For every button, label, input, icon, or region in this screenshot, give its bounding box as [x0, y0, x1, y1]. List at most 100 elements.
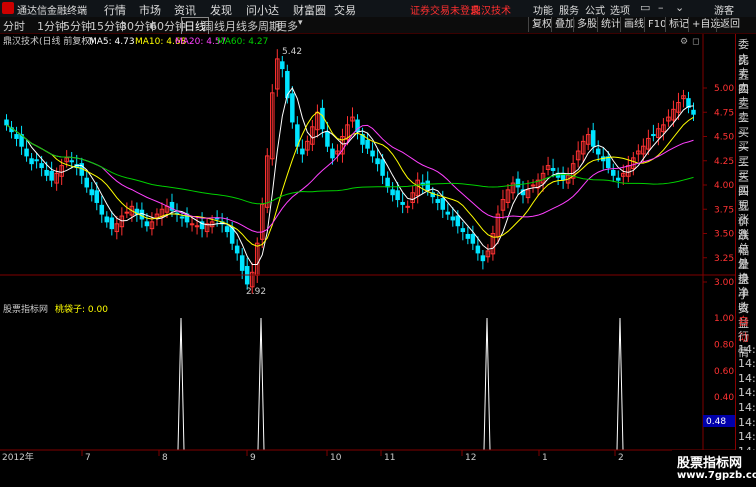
menu-news[interactable]: 资讯	[174, 2, 196, 18]
candle-body	[325, 131, 330, 147]
sidebar-item: 14:5	[738, 430, 756, 444]
more-chevron-icon[interactable]: ▾	[298, 18, 303, 28]
candle-body	[69, 160, 74, 163]
candle-body	[450, 216, 456, 221]
draw-line-button[interactable]: 画线	[620, 17, 647, 32]
candle-body	[239, 255, 245, 271]
chevron-down-icon[interactable]: ⌄	[675, 1, 684, 14]
window-expand-icon[interactable]: ◻	[692, 37, 699, 47]
multi-stock-button[interactable]: 多股	[573, 17, 600, 32]
candle-body	[550, 168, 556, 171]
menu-discover[interactable]: 发现	[210, 2, 232, 18]
indicator-tick-label: 0.60	[714, 367, 734, 377]
candle-body	[84, 177, 89, 188]
month-label: 1	[542, 453, 548, 463]
candle-body	[470, 233, 476, 244]
current-value-label: 0.48	[706, 417, 726, 427]
login-warning[interactable]: 证券交易未登录	[410, 2, 480, 17]
candle-body	[425, 180, 430, 191]
candle-body	[530, 184, 536, 187]
month-label: 10	[330, 453, 342, 463]
period-tab-1min[interactable]: 1分钟	[37, 18, 66, 34]
candle-body	[194, 225, 200, 228]
candle-body	[590, 130, 596, 147]
candle-body	[24, 148, 29, 157]
chart-background	[0, 34, 735, 487]
candle-body	[385, 177, 390, 188]
period-tab-5min[interactable]: 5分钟	[63, 18, 92, 34]
candle-body	[400, 201, 405, 205]
app-logo-icon	[2, 2, 14, 14]
menu-quotes[interactable]: 行情	[104, 2, 126, 18]
candle-body	[280, 61, 285, 70]
candle-body	[290, 93, 295, 123]
price-tick-label: 4.00	[714, 181, 734, 191]
candle-body	[515, 178, 521, 188]
back-button[interactable]: 返回	[716, 17, 743, 32]
candle-body	[224, 226, 230, 233]
period-tab-more[interactable]: 更多	[276, 18, 298, 34]
period-tab-monthly[interactable]: 月线	[225, 18, 247, 34]
sidebar-item: 14:5	[738, 357, 756, 371]
menu-ask[interactable]: 问小达	[246, 2, 279, 18]
ma5-label: MA5: 4.73	[89, 37, 135, 47]
sidebar-item: 14:5	[738, 415, 756, 429]
candle-body	[34, 159, 39, 162]
candle-body	[29, 158, 34, 165]
menu-formula[interactable]: 公式	[585, 2, 605, 17]
guest-label[interactable]: 游客	[714, 2, 734, 17]
watermark-url: www.7gpzb.com	[677, 470, 756, 481]
menu-wealth[interactable]: 财富圈	[293, 2, 326, 18]
candle-body	[435, 199, 441, 203]
stock-name-title: 鼎汉技术	[471, 6, 511, 17]
candle-body	[89, 189, 95, 196]
period-tab-weekly[interactable]: 周线	[203, 18, 225, 34]
candle-body	[234, 245, 240, 254]
settings-gear-icon[interactable]: ⚙	[680, 37, 688, 47]
indicator-name-label: 桃袋子: 0.00	[55, 303, 108, 315]
candle-body	[480, 255, 486, 262]
candle-body	[4, 119, 9, 126]
menu-service[interactable]: 服务	[559, 2, 579, 17]
window-icon[interactable]: ▭	[640, 1, 650, 14]
watermark-title: 股票指标网	[677, 456, 743, 471]
menu-options[interactable]: 选项	[610, 2, 630, 17]
candle-body	[691, 109, 696, 115]
minimize-icon[interactable]: –	[658, 1, 664, 14]
month-label: 12	[465, 453, 476, 463]
candle-body	[189, 223, 195, 226]
sidebar-item: 14:5	[738, 401, 756, 414]
price-tick-label: 3.75	[714, 205, 734, 215]
x-axis-year: 2012年	[2, 451, 34, 463]
high-price-label: 5.42	[282, 47, 302, 57]
sidebar-item: 14:5	[738, 386, 756, 400]
indicator-tick-label: 0.80	[714, 340, 734, 350]
candle-body	[144, 221, 150, 227]
price-tick-label: 4.25	[714, 157, 734, 167]
candle-body	[179, 216, 185, 219]
candle-body	[124, 211, 130, 214]
menu-trade[interactable]: 交易	[334, 2, 356, 18]
candle-body	[616, 177, 621, 181]
price-tick-label: 3.50	[714, 230, 734, 240]
menu-market[interactable]: 市场	[139, 2, 161, 18]
sidebar-item: 14:5	[738, 371, 756, 385]
candle-body	[595, 148, 601, 155]
candle-body	[14, 134, 19, 139]
month-label: 2	[618, 453, 624, 463]
sidebar-item: 14:5	[738, 342, 756, 356]
price-tick-label: 4.50	[714, 133, 734, 143]
menu-functions[interactable]: 功能	[533, 2, 553, 17]
low-price-label: 2.92	[246, 287, 266, 297]
chart-area[interactable]: 5.00 4.75 4.50 4.25 4.00 3.75 3.50 3.25 3.00 1.00…	[0, 34, 735, 487]
candle-body	[380, 159, 385, 176]
candle-body	[370, 150, 375, 157]
month-label: 9	[250, 453, 256, 463]
main-panel-title: 鼎汉技术(日线 前复权)	[3, 35, 94, 47]
candle-body	[445, 211, 451, 215]
candle-body	[109, 217, 115, 230]
candle-body	[39, 163, 44, 169]
candle-body	[365, 139, 370, 149]
candle-body	[395, 190, 400, 201]
period-tab-timeshare[interactable]: 分时	[3, 18, 25, 34]
